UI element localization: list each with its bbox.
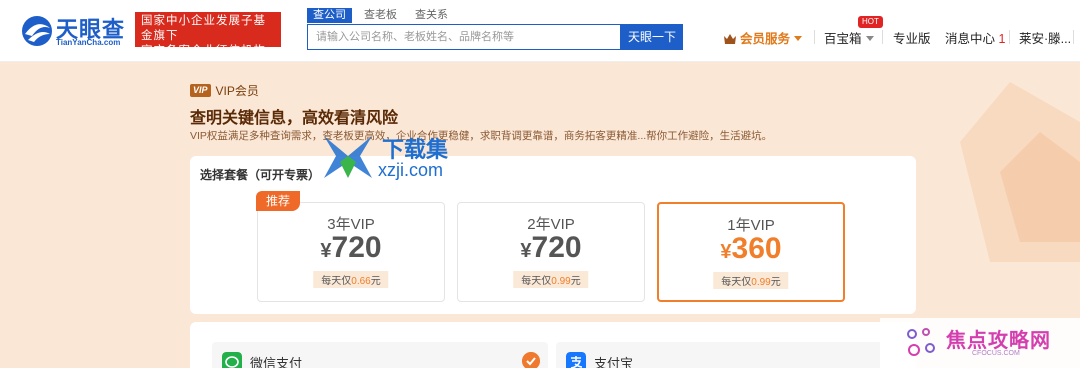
currency-symbol: ¥ xyxy=(720,241,732,263)
certification-banner: 国家中小企业发展子基金旗下 官方备案企业征信机构 xyxy=(135,12,281,57)
plan-price: ¥360 xyxy=(659,232,843,266)
vip-tag-label: VIP会员 xyxy=(215,84,259,98)
nav-vip-label: 会员服务 xyxy=(740,32,791,46)
hot-badge: HOT xyxy=(858,16,883,28)
daily-amount: 0.99 xyxy=(751,277,771,288)
nav-toolbox-label: 百宝箱 xyxy=(824,32,862,46)
currency-symbol: ¥ xyxy=(320,240,332,262)
vip-description: VIP权益满足多种查询需求，查老板更高效，企业合作更稳健，求职背调更靠谱，商务拓… xyxy=(190,130,773,142)
plan-daily-cost: 每天仅0.66元 xyxy=(313,271,389,288)
plan-price: ¥720 xyxy=(458,231,644,265)
search-tabs: 查公司 查老板 查关系 xyxy=(307,8,460,24)
plan-card-2-year[interactable]: 2年VIP ¥720 每天仅0.99元 xyxy=(457,202,645,302)
page-title: 查明关键信息，高效看清风险 xyxy=(190,110,399,127)
nav-vip-service[interactable]: 会员服务 xyxy=(724,28,803,47)
banner-line-2: 官方备案企业征信机构 xyxy=(141,45,266,57)
payment-method-panel: 微信支付 支付宝 xyxy=(190,322,916,368)
message-count-badge: 1 xyxy=(998,32,1006,46)
plan-price-value: 360 xyxy=(731,232,782,265)
plan-card-1-year[interactable]: 1年VIP ¥360 每天仅0.99元 xyxy=(657,202,845,302)
plan-daily-cost: 每天仅0.99元 xyxy=(713,272,789,289)
decorative-crown-graphic xyxy=(960,82,1080,262)
watermark-url: xzji.com xyxy=(378,160,444,180)
crown-icon xyxy=(724,34,736,44)
daily-prefix: 每天仅 xyxy=(521,276,552,287)
recommend-badge: 推荐 xyxy=(256,191,300,211)
plan-price: ¥720 xyxy=(258,231,444,265)
daily-amount: 0.66 xyxy=(351,276,371,287)
header-scroll-edge xyxy=(1073,30,1080,44)
vip-member-tag: VIP VIP会员 xyxy=(190,82,259,99)
tab-company[interactable]: 查公司 xyxy=(307,8,352,23)
nav-toolbox[interactable]: 百宝箱 xyxy=(824,28,874,47)
logo-domain: TianYanCha.com xyxy=(56,38,121,47)
nav-divider xyxy=(882,30,883,44)
watermark-xzji: 下载集 xzji.com xyxy=(320,132,460,182)
search-button[interactable]: 天眼一下 xyxy=(621,24,683,50)
chevron-down-icon xyxy=(865,36,874,41)
watermark-dots-icon xyxy=(907,328,935,356)
plan-section-title: 选择套餐（可开专票） xyxy=(200,168,321,182)
nav-divider xyxy=(1009,30,1010,44)
nav-message-center[interactable]: 消息中心 1 xyxy=(945,28,1005,47)
daily-suffix: 元 xyxy=(770,277,781,288)
nav-pro-version[interactable]: 专业版 xyxy=(893,28,931,47)
chevron-down-icon xyxy=(794,36,803,41)
plan-card-3-year[interactable]: 推荐 3年VIP ¥720 每天仅0.66元 xyxy=(256,191,445,302)
daily-prefix: 每天仅 xyxy=(721,277,752,288)
checkmark-icon xyxy=(522,352,540,368)
alipay-icon xyxy=(566,352,586,368)
nav-messages-label: 消息中心 xyxy=(945,32,996,46)
watermark-text: 焦点攻略网 xyxy=(946,330,1051,352)
nav-divider xyxy=(814,30,815,44)
nav-user-account[interactable]: 莱安·滕... xyxy=(1019,28,1071,47)
daily-prefix: 每天仅 xyxy=(321,276,352,287)
logo-eye-icon xyxy=(22,16,52,46)
daily-amount: 0.99 xyxy=(551,276,571,287)
daily-suffix: 元 xyxy=(570,276,581,287)
search-input[interactable] xyxy=(308,25,620,49)
tab-relation[interactable]: 查关系 xyxy=(409,8,454,23)
payment-option-label: 支付宝 xyxy=(594,356,634,368)
payment-option-label: 微信支付 xyxy=(250,356,303,368)
plan-price-value: 720 xyxy=(331,231,382,264)
watermark-cfocus: 焦点攻略网 CFOCUS.COM xyxy=(880,318,1080,368)
vip-badge: VIP xyxy=(190,84,211,97)
plan-price-value: 720 xyxy=(531,231,582,264)
wechat-pay-icon xyxy=(222,352,242,368)
plan-selection-panel: 选择套餐（可开专票） 推荐 3年VIP ¥720 每天仅0.66元 2年VIP … xyxy=(190,156,916,314)
search-box xyxy=(307,24,621,50)
payment-option-wechat[interactable]: 微信支付 xyxy=(212,342,548,368)
tianyancha-logo[interactable]: 天眼查 TianYanCha.com xyxy=(20,12,130,50)
currency-symbol: ¥ xyxy=(520,240,532,262)
payment-option-alipay[interactable]: 支付宝 xyxy=(556,342,892,368)
tab-boss[interactable]: 查老板 xyxy=(358,8,403,23)
watermark-url: CFOCUS.COM xyxy=(972,350,1020,357)
plan-daily-cost: 每天仅0.99元 xyxy=(513,271,589,288)
daily-suffix: 元 xyxy=(370,276,381,287)
watermark-logo-icon xyxy=(324,136,372,178)
top-header: 天眼查 TianYanCha.com 国家中小企业发展子基金旗下 官方备案企业征… xyxy=(0,0,1080,62)
banner-line-1: 国家中小企业发展子基金旗下 xyxy=(141,15,266,42)
